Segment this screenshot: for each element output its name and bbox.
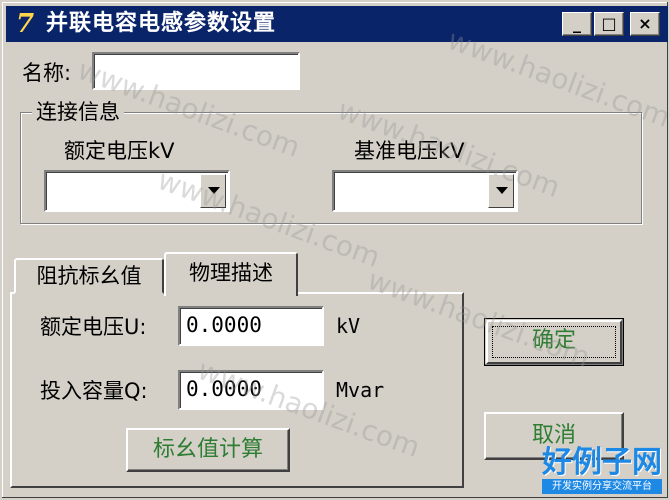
maximize-icon: □ bbox=[601, 14, 617, 33]
chevron-down-icon[interactable] bbox=[200, 174, 226, 208]
minimize-button[interactable]: _ bbox=[562, 12, 592, 36]
name-label: 名称: bbox=[22, 61, 72, 85]
maximize-button[interactable]: □ bbox=[594, 12, 624, 36]
rated-voltage-kv-label: 额定电压kV bbox=[64, 139, 175, 163]
name-input[interactable] bbox=[92, 52, 300, 90]
app-logo-icon: 7 bbox=[15, 9, 35, 39]
rated-voltage-select[interactable] bbox=[44, 170, 230, 212]
window-title: 并联电容电感参数设置 bbox=[46, 11, 277, 36]
minimize-icon: _ bbox=[573, 14, 581, 33]
capacity-q-value: 0.0000 bbox=[186, 377, 262, 401]
chevron-down-icon[interactable] bbox=[488, 174, 514, 208]
per-unit-calc-button[interactable]: 标幺值计算 bbox=[126, 428, 290, 472]
tab-physical-description-label: 物理描述 bbox=[189, 261, 273, 285]
tab-impedance-per-unit[interactable]: 阻抗标幺值 bbox=[14, 258, 164, 294]
base-voltage-select[interactable] bbox=[332, 170, 518, 212]
per-unit-calc-label: 标幺值计算 bbox=[152, 437, 263, 462]
capacity-q-label: 投入容量Q: bbox=[40, 379, 148, 403]
rated-voltage-u-label: 额定电压U: bbox=[40, 315, 147, 339]
capacity-q-input[interactable]: 0.0000 bbox=[178, 370, 324, 410]
connection-group-legend: 连接信息 bbox=[32, 99, 124, 125]
rated-voltage-unit: kV bbox=[336, 314, 361, 338]
ok-button-label: 确定 bbox=[531, 328, 576, 353]
tab-physical-description[interactable]: 物理描述 bbox=[164, 252, 298, 296]
tab-impedance-per-unit-label: 阻抗标幺值 bbox=[36, 264, 142, 288]
title-bar[interactable]: 7 并联电容电感参数设置 _ □ × bbox=[6, 6, 668, 42]
rated-voltage-u-value: 0.0000 bbox=[186, 313, 262, 337]
watermark-logo: 好例子网 开发实例分享交流平台 bbox=[542, 447, 662, 494]
watermark-logo-sub: 开发实例分享交流平台 bbox=[542, 479, 662, 494]
watermark-logo-main: 好例子网 bbox=[542, 445, 662, 480]
close-icon: × bbox=[638, 14, 652, 33]
capacity-unit: Mvar bbox=[336, 378, 385, 402]
base-voltage-kv-label: 基准电压kV bbox=[354, 139, 465, 163]
ok-button[interactable]: 确定 bbox=[484, 318, 624, 366]
close-button[interactable]: × bbox=[630, 12, 660, 36]
rated-voltage-u-input[interactable]: 0.0000 bbox=[178, 306, 324, 346]
dialog-window: 7 并联电容电感参数设置 _ □ × 名称: 连接信息 额定电压kV 基准电压k… bbox=[0, 0, 670, 500]
